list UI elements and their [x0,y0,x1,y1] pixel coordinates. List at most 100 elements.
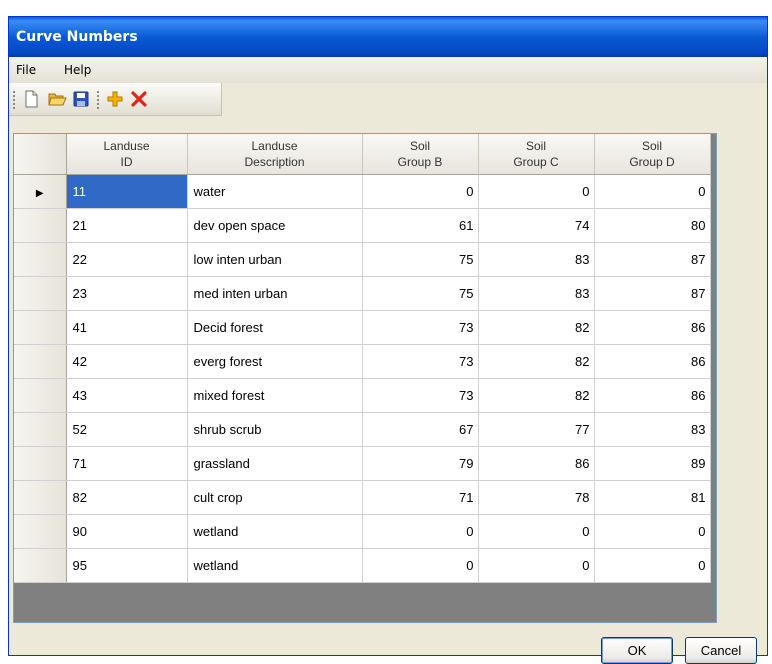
soil-group-d-cell[interactable]: 0 [594,514,711,549]
save-icon[interactable] [71,89,91,109]
row-header-corner[interactable] [14,134,67,175]
column-header-soil-group-c[interactable]: Soil Group C [478,134,595,175]
soil-group-b-cell[interactable]: 73 [362,344,479,379]
toolbar-grip-icon[interactable] [13,91,15,109]
landuse-description-cell[interactable]: everg forest [187,344,363,379]
table-row[interactable]: 90 wetland 0 0 0 [14,514,711,549]
soil-group-c-cell[interactable]: 83 [478,276,595,311]
landuse-description-cell[interactable]: low inten urban [187,242,363,277]
landuse-description-cell[interactable]: wetland [187,514,363,549]
table-row[interactable]: 52 shrub scrub 67 77 83 [14,412,711,447]
landuse-description-cell[interactable]: cult crop [187,480,363,515]
table-row[interactable]: 21 dev open space 61 74 80 [14,208,711,243]
soil-group-c-cell[interactable]: 82 [478,378,595,413]
soil-group-d-cell[interactable]: 86 [594,378,711,413]
soil-group-c-cell[interactable]: 82 [478,310,595,345]
landuse-id-cell[interactable]: 22 [66,242,188,277]
landuse-id-cell[interactable]: 71 [66,446,188,481]
row-header[interactable] [14,310,67,345]
soil-group-b-cell[interactable]: 79 [362,446,479,481]
soil-group-c-cell[interactable]: 74 [478,208,595,243]
soil-group-b-cell[interactable]: 73 [362,310,479,345]
table-row[interactable]: 41 Decid forest 73 82 86 [14,310,711,345]
row-header[interactable] [14,242,67,277]
landuse-id-cell[interactable]: 52 [66,412,188,447]
soil-group-b-cell[interactable]: 0 [362,174,479,209]
landuse-id-cell[interactable]: 21 [66,208,188,243]
landuse-description-cell[interactable]: water [187,174,363,209]
soil-group-d-cell[interactable]: 87 [594,242,711,277]
landuse-id-cell[interactable]: 23 [66,276,188,311]
soil-group-c-cell[interactable]: 82 [478,344,595,379]
row-header[interactable] [14,548,67,583]
title-bar[interactable]: Curve Numbers [9,17,767,57]
landuse-description-cell[interactable]: grassland [187,446,363,481]
soil-group-d-cell[interactable]: 0 [594,174,711,209]
row-header[interactable] [14,446,67,481]
row-header[interactable] [14,412,67,447]
soil-group-d-cell[interactable]: 86 [594,344,711,379]
soil-group-c-cell[interactable]: 78 [478,480,595,515]
column-header-soil-group-d[interactable]: Soil Group D [594,134,711,175]
soil-group-c-cell[interactable]: 0 [478,174,595,209]
landuse-id-cell[interactable]: 82 [66,480,188,515]
soil-group-b-cell[interactable]: 75 [362,242,479,277]
row-header[interactable] [14,344,67,379]
add-row-icon[interactable] [105,89,125,109]
table-row[interactable]: 22 low inten urban 75 83 87 [14,242,711,277]
landuse-description-cell[interactable]: mixed forest [187,378,363,413]
landuse-id-cell[interactable]: 95 [66,548,188,583]
soil-group-d-cell[interactable]: 80 [594,208,711,243]
landuse-id-cell[interactable]: 11 [66,174,188,209]
table-row[interactable]: 23 med inten urban 75 83 87 [14,276,711,311]
column-header-landuse-description[interactable]: Landuse Description [187,134,363,175]
soil-group-d-cell[interactable]: 81 [594,480,711,515]
landuse-description-cell[interactable]: med inten urban [187,276,363,311]
table-row[interactable]: 95 wetland 0 0 0 [14,548,711,583]
table-row[interactable]: 82 cult crop 71 78 81 [14,480,711,515]
soil-group-b-cell[interactable]: 75 [362,276,479,311]
soil-group-d-cell[interactable]: 89 [594,446,711,481]
table-row[interactable]: 71 grassland 79 86 89 [14,446,711,481]
landuse-id-cell[interactable]: 42 [66,344,188,379]
soil-group-b-cell[interactable]: 61 [362,208,479,243]
row-header[interactable] [14,208,67,243]
cancel-button[interactable]: Cancel [685,637,757,664]
row-header[interactable]: ▶ [14,174,67,209]
landuse-description-cell[interactable]: Decid forest [187,310,363,345]
soil-group-d-cell[interactable]: 83 [594,412,711,447]
soil-group-b-cell[interactable]: 0 [362,514,479,549]
soil-group-d-cell[interactable]: 87 [594,276,711,311]
soil-group-c-cell[interactable]: 77 [478,412,595,447]
soil-group-c-cell[interactable]: 86 [478,446,595,481]
landuse-id-cell[interactable]: 41 [66,310,188,345]
curve-number-grid[interactable]: Landuse ID Landuse Description Soil Grou… [13,133,717,623]
soil-group-b-cell[interactable]: 71 [362,480,479,515]
ok-button[interactable]: OK [601,637,673,664]
soil-group-d-cell[interactable]: 0 [594,548,711,583]
table-row[interactable]: 42 everg forest 73 82 86 [14,344,711,379]
row-header[interactable] [14,514,67,549]
delete-row-icon[interactable] [129,89,149,109]
landuse-id-cell[interactable]: 90 [66,514,188,549]
table-row[interactable]: 43 mixed forest 73 82 86 [14,378,711,413]
open-folder-icon[interactable] [47,89,67,109]
landuse-id-cell[interactable]: 43 [66,378,188,413]
soil-group-b-cell[interactable]: 73 [362,378,479,413]
table-row[interactable]: ▶ 11 water 0 0 0 [14,174,711,209]
menu-file[interactable]: File [16,63,36,77]
soil-group-c-cell[interactable]: 0 [478,514,595,549]
soil-group-c-cell[interactable]: 83 [478,242,595,277]
landuse-description-cell[interactable]: dev open space [187,208,363,243]
soil-group-b-cell[interactable]: 0 [362,548,479,583]
landuse-description-cell[interactable]: wetland [187,548,363,583]
menu-help[interactable]: Help [64,63,91,77]
row-header[interactable] [14,276,67,311]
row-header[interactable] [14,480,67,515]
new-icon[interactable] [21,89,41,109]
soil-group-b-cell[interactable]: 67 [362,412,479,447]
soil-group-c-cell[interactable]: 0 [478,548,595,583]
soil-group-d-cell[interactable]: 86 [594,310,711,345]
row-header[interactable] [14,378,67,413]
landuse-description-cell[interactable]: shrub scrub [187,412,363,447]
